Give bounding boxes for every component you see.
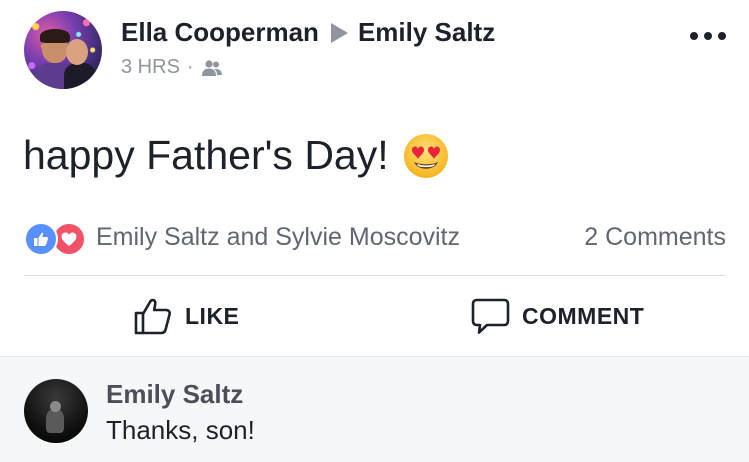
post-card: Ella Cooperman Emily Saltz 3 HRS · happy… — [0, 0, 749, 462]
comment-text: Thanks, son! — [106, 415, 255, 445]
reaction-icons — [22, 220, 90, 256]
like-button[interactable]: LIKE — [133, 294, 239, 338]
reactions-summary[interactable]: Emily Saltz and Sylvie Moscovitz 2 Comme… — [22, 218, 726, 256]
comment-button[interactable]: COMMENT — [470, 294, 644, 338]
comments-section: Emily Saltz Thanks, son! — [0, 356, 749, 462]
commenter-avatar[interactable] — [24, 379, 88, 443]
friends-icon — [201, 59, 222, 76]
post-text: happy Father's Day! — [23, 132, 389, 178]
heart-eyes-emoji — [403, 133, 448, 178]
reactor-names[interactable]: Emily Saltz and Sylvie Moscovitz — [96, 223, 460, 252]
more-options-icon[interactable] — [690, 27, 726, 45]
author-avatar[interactable] — [24, 11, 102, 89]
divider — [24, 275, 726, 276]
like-reaction-icon — [24, 222, 58, 256]
author-name[interactable]: Ella Cooperman — [121, 17, 319, 48]
meta-separator: · — [186, 56, 194, 78]
post-header-names: Ella Cooperman Emily Saltz — [121, 17, 495, 48]
comment-label: COMMENT — [522, 302, 645, 329]
comment-author[interactable]: Emily Saltz — [106, 379, 243, 410]
speech-bubble-icon — [471, 298, 510, 334]
like-label: LIKE — [185, 302, 240, 329]
post-message: happy Father's Day! — [23, 132, 449, 179]
comments-count-link[interactable]: 2 Comments — [584, 223, 726, 252]
target-name[interactable]: Emily Saltz — [358, 17, 495, 48]
thumbs-up-icon — [134, 298, 171, 335]
post-timestamp[interactable]: 3 HRS — [121, 56, 180, 79]
arrow-right-icon — [330, 22, 348, 43]
post-meta: 3 HRS · — [121, 56, 223, 79]
